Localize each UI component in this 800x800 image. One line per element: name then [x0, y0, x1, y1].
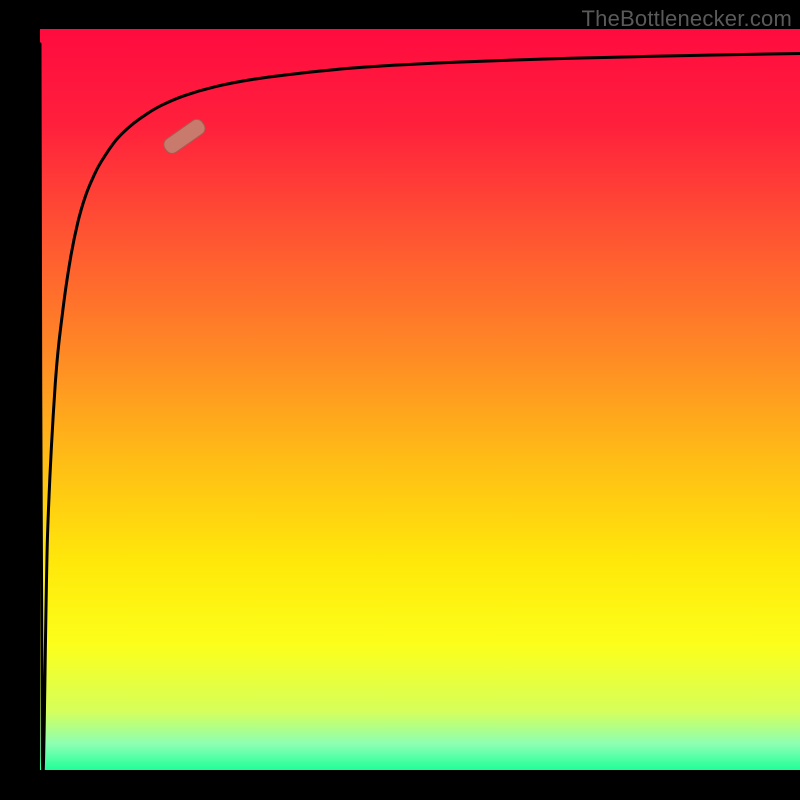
chart-frame: TheBottlenecker.com	[0, 0, 800, 800]
plot-area	[40, 29, 800, 770]
curve-layer	[40, 29, 800, 770]
curve-marker-pill	[161, 117, 208, 157]
bottleneck-curve	[40, 44, 800, 770]
watermark-text: TheBottlenecker.com	[582, 6, 792, 32]
curve-marker	[161, 117, 208, 157]
